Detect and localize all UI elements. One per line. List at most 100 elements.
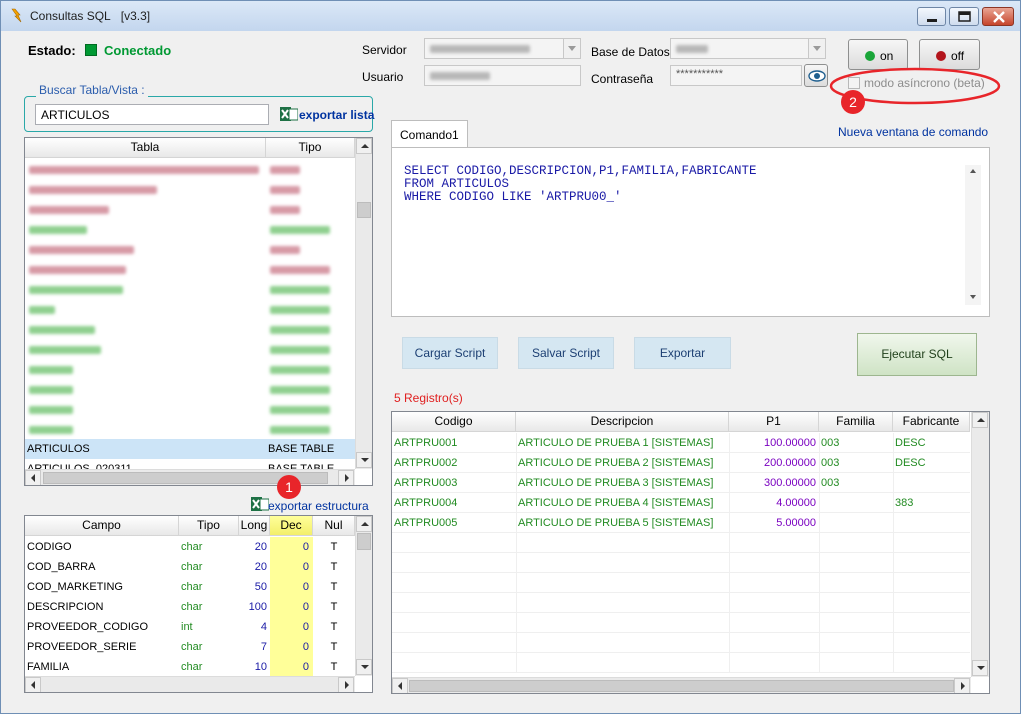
close-button[interactable] [982,7,1014,26]
column-header[interactable]: Fabricante [893,412,970,432]
cell-descripcion: ARTICULO DE PRUEBA 3 [SISTEMAS] [518,477,714,489]
structure-row[interactable]: PROVEEDOR_CODIGO int 4 0 T [25,617,355,637]
column-header[interactable]: Descripcion [516,412,729,432]
redacted-row[interactable] [25,159,355,179]
structure-row[interactable]: PROVEEDOR_SERIE char 7 0 T [25,637,355,657]
scroll-left-button[interactable] [25,677,41,692]
redacted-row[interactable] [25,359,355,379]
column-header[interactable]: Tipo [179,516,239,536]
structure-row[interactable]: CODIGO char 20 0 T [25,537,355,557]
minimize-button[interactable] [917,7,946,26]
export-structure-button[interactable]: exportar estructura [251,496,371,514]
maximize-button[interactable] [949,7,979,26]
scroll-thumb[interactable] [357,202,371,218]
structure-row[interactable]: COD_MARKETING char 50 0 T [25,577,355,597]
empty-row[interactable] [392,613,970,633]
title-bar[interactable]: Consultas SQL [v3.3] [1,1,1020,31]
redacted-row[interactable] [25,399,355,419]
scroll-thumb[interactable] [409,680,954,692]
scroll-up-icon[interactable] [970,169,976,173]
horizontal-scrollbar[interactable] [25,676,355,692]
result-row[interactable]: ARTPRU005 ARTICULO DE PRUEBA 5 [SISTEMAS]… [392,513,970,533]
empty-row[interactable] [392,593,970,613]
tables-grid[interactable]: Tabla Tipo ARTICULOS BASE TABLE ARTICULO… [24,137,373,486]
redacted-row[interactable] [25,279,355,299]
scroll-right-button[interactable] [338,470,354,485]
column-header[interactable]: Tabla [25,138,266,158]
redacted-row[interactable] [25,419,355,439]
vertical-scrollbar[interactable] [971,412,989,677]
redacted-row[interactable] [25,379,355,399]
redacted-row[interactable] [25,179,355,199]
user-field[interactable] [424,65,581,86]
redacted-row[interactable] [25,319,355,339]
execute-sql-button[interactable]: Ejecutar SQL [857,333,977,376]
new-window-link[interactable]: Nueva ventana de comando [838,125,988,139]
search-input[interactable]: ARTICULOS [35,104,269,125]
scroll-down-icon[interactable] [970,295,976,299]
editor-scrollbar[interactable] [965,165,981,305]
scroll-down-button[interactable] [356,659,372,675]
column-header[interactable]: P1 [729,412,819,432]
vertical-scrollbar[interactable] [355,516,372,676]
export-button[interactable]: Exportar [634,337,731,369]
scroll-up-button[interactable] [356,138,372,154]
scroll-down-button[interactable] [972,660,988,676]
empty-row[interactable] [392,553,970,573]
scroll-left-button[interactable] [25,470,41,485]
record-count: 5 Registro(s) [394,391,463,405]
password-field[interactable]: *********** [670,65,802,86]
sql-editor[interactable]: SELECT CODIGO,DESCRIPCION,P1,FAMILIA,FAB… [404,165,964,305]
chevron-down-icon[interactable] [563,39,580,58]
tab-comando1[interactable]: Comando1 [391,120,468,148]
result-row[interactable]: ARTPRU004 ARTICULO DE PRUEBA 4 [SISTEMAS]… [392,493,970,513]
results-grid[interactable]: Codigo Descripcion P1 Familia Fabricante… [391,411,990,694]
redacted-row[interactable] [25,339,355,359]
column-header[interactable]: Nul [313,516,355,536]
redacted-row[interactable] [25,219,355,239]
server-combo[interactable] [424,38,581,59]
scroll-up-button[interactable] [356,516,372,532]
redacted-name [29,286,123,294]
structure-row[interactable]: COD_BARRA char 20 0 T [25,557,355,577]
redacted-row[interactable] [25,239,355,259]
scroll-left-button[interactable] [392,678,408,693]
save-script-button[interactable]: Salvar Script [518,337,614,369]
structure-grid[interactable]: Campo Tipo Long Dec Nul CODIGO char 20 0 T CO… [24,515,373,693]
redacted-row[interactable] [25,199,355,219]
cell-fabricante: DESC [895,437,926,449]
result-row[interactable]: ARTPRU002 ARTICULO DE PRUEBA 2 [SISTEMAS]… [392,453,970,473]
vertical-scrollbar[interactable] [355,138,372,469]
horizontal-scrollbar[interactable] [392,677,971,693]
redacted-row[interactable] [25,299,355,319]
result-row[interactable]: ARTPRU001 ARTICULO DE PRUEBA 1 [SISTEMAS]… [392,433,970,453]
column-header[interactable]: Long [239,516,270,536]
scroll-down-button[interactable] [356,452,372,468]
column-header[interactable]: Familia [819,412,893,432]
show-password-button[interactable] [804,64,828,87]
redacted-name [29,206,109,214]
structure-row[interactable]: DESCRIPCION char 100 0 T [25,597,355,617]
structure-row[interactable]: FAMILIA char 10 0 T [25,657,355,677]
result-row[interactable]: ARTPRU003 ARTICULO DE PRUEBA 3 [SISTEMAS]… [392,473,970,493]
empty-row[interactable] [392,573,970,593]
scroll-right-button[interactable] [954,678,970,693]
cell-long: 4 [260,621,267,633]
table-row-selected[interactable]: ARTICULOS BASE TABLE [25,439,355,459]
scroll-right-button[interactable] [338,677,354,692]
empty-row[interactable] [392,533,970,553]
export-list-button[interactable]: exportar lista [280,106,374,124]
scroll-up-button[interactable] [972,412,988,428]
redacted-row[interactable] [25,259,355,279]
scroll-thumb[interactable] [357,533,371,550]
horizontal-scrollbar[interactable] [25,469,355,485]
load-script-button[interactable]: Cargar Script [402,337,498,369]
db-combo[interactable] [670,38,826,59]
column-header[interactable]: Dec [270,516,313,536]
column-header[interactable]: Campo [25,516,179,536]
column-header[interactable]: Tipo [266,138,355,158]
column-header[interactable]: Codigo [392,412,516,432]
empty-row[interactable] [392,653,970,673]
empty-row[interactable] [392,633,970,653]
chevron-down-icon[interactable] [808,39,825,58]
